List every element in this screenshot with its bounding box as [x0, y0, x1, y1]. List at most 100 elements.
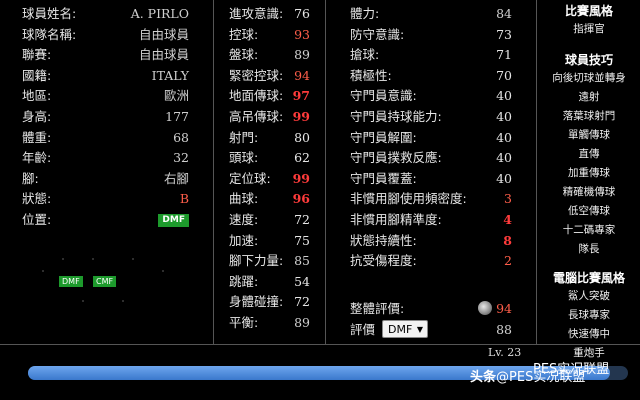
- stat-value: 94: [294, 67, 310, 83]
- stat-row: 非慣用腳精準度: 4: [350, 210, 512, 230]
- stat-value: 40: [496, 129, 512, 145]
- stat-row: 頭球: 62: [229, 148, 310, 168]
- stat-row: 狀態持續性: 8: [350, 231, 512, 251]
- stat-label: 搶球:: [350, 47, 380, 63]
- profile-label: 腳:: [22, 170, 39, 186]
- profile-value: ITALY: [151, 67, 189, 83]
- ai-style-item: 鯊人突破: [568, 290, 610, 302]
- profile-row: 身高: 177: [22, 107, 189, 127]
- stat-label: 加速:: [229, 232, 259, 248]
- stat-value: 76: [294, 6, 310, 21]
- stat-row: 抗受傷程度: 2: [350, 251, 512, 271]
- stat-label: 體力:: [350, 6, 380, 21]
- stat-row: 跳躍: 54: [229, 272, 310, 292]
- level-label: Lv. 23: [488, 346, 522, 359]
- profile-row: 腳: 右腳: [22, 169, 189, 189]
- overall-label: 整體評價:: [350, 301, 405, 316]
- pitch-dot: [62, 258, 64, 260]
- stat-value: 73: [496, 26, 512, 42]
- stat-row: 控球: 93: [229, 25, 310, 45]
- profile-label: 國籍:: [22, 67, 52, 83]
- skill-item: 隊長: [578, 243, 600, 255]
- profile-value: 自由球員: [138, 26, 189, 42]
- skill-item: 十二碼專家: [562, 224, 616, 236]
- stat-value: 84: [496, 6, 512, 21]
- play-style-item: 指揮官: [573, 23, 605, 35]
- stat-label: 腳下力量:: [229, 253, 284, 269]
- stat-value: 40: [496, 109, 512, 124]
- stat-label: 地面傳球:: [229, 88, 284, 104]
- profile-value: 68: [173, 129, 189, 145]
- skill-item: 直傳: [578, 148, 600, 160]
- rating-label: 評價: [350, 322, 376, 337]
- profile-value: B: [179, 191, 189, 207]
- profile-label: 狀態:: [22, 191, 52, 207]
- stat-row: 平衡: 89: [229, 313, 310, 333]
- stat-value: 89: [294, 47, 310, 63]
- stat-value: 72: [294, 212, 310, 227]
- stat-value: 72: [294, 294, 310, 310]
- stat-label: 高吊傳球:: [229, 109, 284, 124]
- stat-row: 射門: 80: [229, 128, 310, 148]
- stat-row: 曲球: 96: [229, 189, 310, 209]
- stat-label: 射門:: [229, 129, 259, 145]
- skill-item: 向後切球並轉身: [552, 72, 626, 84]
- stat-row: 進攻意識: 76: [229, 4, 310, 24]
- stat-value: 93: [294, 26, 310, 42]
- stat-value: 40: [496, 150, 512, 166]
- position-badge: DMF: [158, 214, 189, 227]
- stat-value: 99: [292, 170, 310, 186]
- profile-label: 位置:: [22, 212, 52, 227]
- position-select[interactable]: DMF ▼: [382, 320, 428, 338]
- stat-label: 非慣用腳精準度:: [350, 212, 442, 227]
- stat-value: 75: [294, 232, 310, 248]
- profile-row: 國籍: ITALY: [22, 66, 189, 86]
- profile-label: 聯賽:: [22, 47, 52, 63]
- stats-panel-attack: 進攻意識: 76 控球: 93 盤球: 89 緊密控球: 94 地面傳球: 97 高吊傳球: 99 射門…: [229, 0, 310, 344]
- profile-row: 體重: 68: [22, 128, 189, 148]
- profile-value: 177: [165, 109, 189, 124]
- pitch-dot: [82, 300, 84, 302]
- stat-label: 曲球:: [229, 191, 259, 207]
- position-rating-row: 評價 88: [350, 320, 512, 340]
- stat-value: 40: [496, 88, 512, 104]
- stat-row: 守門員撲救反應: 40: [350, 148, 512, 168]
- profile-label: 體重:: [22, 129, 52, 145]
- stat-label: 速度:: [229, 212, 259, 227]
- stat-row: 體力: 84: [350, 4, 512, 24]
- watermark-overlay: PES实况联盟: [533, 362, 610, 377]
- stat-label: 非慣用腳使用頻密度:: [350, 191, 467, 207]
- divider: [213, 0, 214, 344]
- stat-row: 高吊傳球: 99: [229, 107, 310, 127]
- stat-row: 緊密控球: 94: [229, 66, 310, 86]
- stat-row: 身體碰撞: 72: [229, 292, 310, 312]
- stat-row: 守門員解圍: 40: [350, 128, 512, 148]
- medal-icon: [478, 301, 492, 315]
- profile-row: 位置: DMF: [22, 210, 189, 230]
- skill-item: 遠射: [578, 91, 600, 103]
- profile-value: A. PIRLO: [130, 6, 189, 21]
- stat-value: 70: [496, 67, 512, 83]
- stat-row: 腳下力量: 85: [229, 251, 310, 271]
- stat-label: 守門員持球能力:: [350, 109, 442, 124]
- position-badge-dmf: DMF: [59, 276, 83, 287]
- sidebar: 比賽風格 指揮官 球員技巧 向後切球並轉身 遠射 落葉球射門 單觸傳球 直傳 加重傳球 精確…: [538, 0, 640, 359]
- profile-row: 地區: 歐洲: [22, 86, 189, 106]
- stat-value: 40: [496, 170, 512, 186]
- position-select-value: DMF: [388, 323, 413, 336]
- stat-label: 跳躍:: [229, 273, 259, 289]
- skill-item: 落葉球射門: [562, 110, 616, 122]
- skills-title: 球員技巧: [564, 53, 613, 67]
- profile-label: 年齡:: [22, 150, 52, 166]
- skill-item: 加重傳球: [568, 167, 610, 179]
- stat-label: 頭球:: [229, 150, 259, 166]
- position-map: DMF CMF: [22, 250, 192, 330]
- ai-style-item: 長球專家: [568, 309, 610, 321]
- rating-value: 88: [496, 322, 512, 337]
- stat-value: 85: [294, 253, 310, 269]
- stat-label: 守門員覆蓋:: [350, 170, 417, 186]
- profile-value: 歐洲: [163, 88, 189, 104]
- stat-label: 平衡:: [229, 315, 259, 330]
- stat-value: 96: [292, 191, 310, 207]
- stat-label: 守門員意識:: [350, 88, 417, 104]
